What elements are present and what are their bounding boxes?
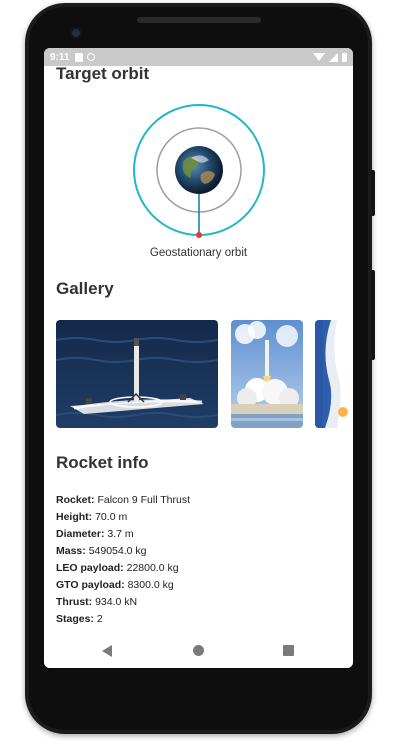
power-button: [371, 170, 375, 216]
status-time: 9:11: [50, 51, 70, 63]
front-camera: [72, 29, 80, 37]
info-row-height: Height: 70.0 m: [56, 511, 128, 523]
battery-icon: [342, 52, 347, 62]
recents-icon[interactable]: [283, 645, 294, 656]
app-screen: 9:11 Target orbit Geostationary orbit Ga…: [44, 48, 353, 668]
landing-barge-photo[interactable]: [56, 320, 218, 428]
sd-card-icon: [75, 52, 84, 62]
earth-icon: [175, 146, 223, 194]
info-row-diameter: Diameter: 3.7 m: [56, 528, 134, 540]
info-row-mass: Mass: 549054.0 kg: [56, 545, 147, 557]
info-row-stages: Stages: 2: [56, 613, 103, 625]
orbit-diagram: [131, 102, 267, 238]
info-row-gto-payload: GTO payload: 8300.0 kg: [56, 579, 174, 591]
home-icon[interactable]: [193, 645, 204, 656]
rocket-info-section-title: Rocket info: [56, 453, 149, 472]
earpiece-speaker: [137, 17, 261, 23]
rocket-info-list: Rocket: Falcon 9 Full Thrust Height: 70.…: [56, 492, 190, 628]
orbit-section-title: Target orbit: [56, 66, 150, 83]
satellite-marker: [196, 232, 202, 238]
navigation-bar: [44, 632, 353, 668]
back-icon[interactable]: [102, 645, 112, 657]
gallery-carousel[interactable]: [56, 320, 353, 428]
launch-pad-photo[interactable]: [231, 320, 303, 428]
info-row-thrust: Thrust: 934.0 kN: [56, 596, 138, 608]
gallery-section-title: Gallery: [56, 279, 114, 298]
info-row-rocket: Rocket: Falcon 9 Full Thrust: [56, 494, 191, 506]
sync-icon: [87, 53, 96, 61]
launch-smoke-photo[interactable]: [315, 320, 353, 428]
volume-button: [371, 270, 375, 360]
status-bar: 9:11: [44, 48, 353, 66]
scroll-content[interactable]: Target orbit Geostationary orbit Gallery…: [44, 66, 353, 632]
orbit-caption: Geostationary orbit: [149, 247, 248, 259]
wifi-icon: [313, 53, 325, 61]
signal-icon: [329, 52, 338, 62]
info-row-leo-payload: LEO payload: 22800.0 kg: [56, 562, 179, 574]
